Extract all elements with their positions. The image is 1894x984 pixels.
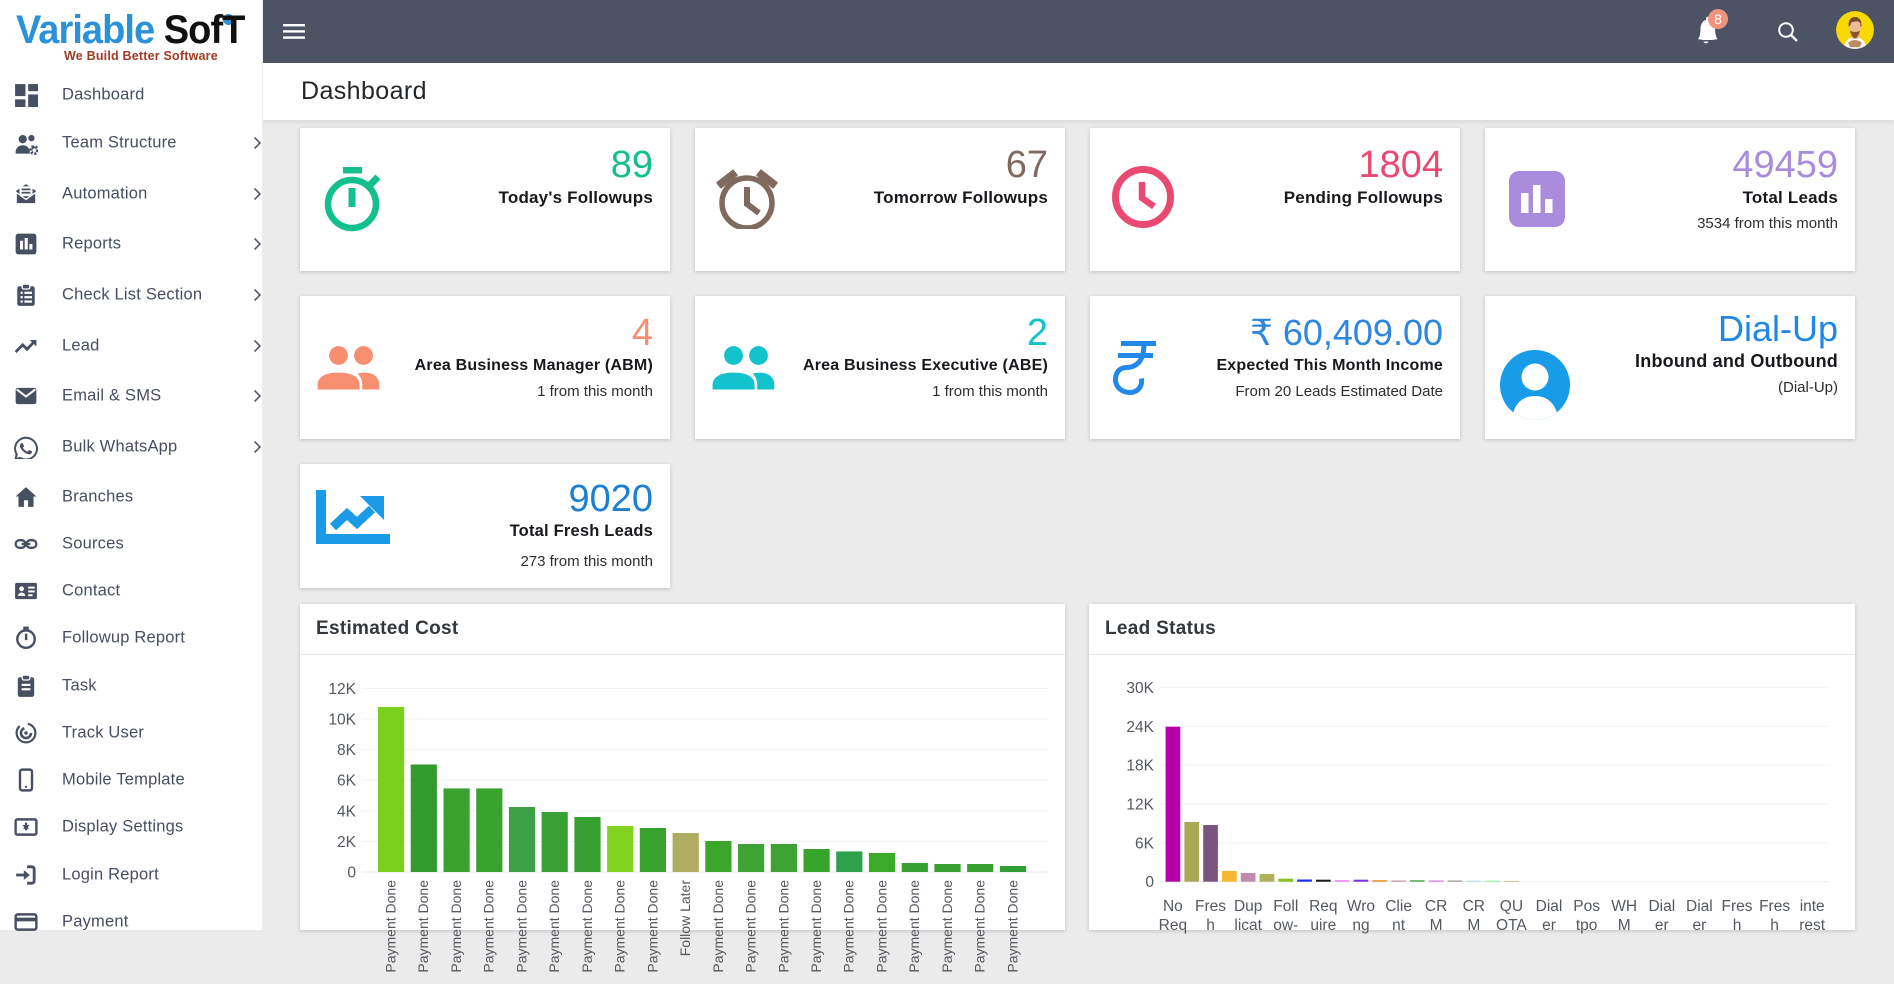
svg-text:Follow Later: Follow Later: [677, 880, 693, 957]
svg-text:CR: CR: [1463, 898, 1485, 915]
svg-text:Payment Done: Payment Done: [873, 880, 889, 973]
svg-text:0: 0: [347, 865, 356, 882]
svg-text:No: No: [1163, 898, 1183, 915]
svg-text:inte: inte: [1800, 898, 1825, 915]
svg-text:Wro: Wro: [1347, 898, 1375, 915]
svg-text:Dial: Dial: [1536, 898, 1563, 915]
svg-text:Payment Done: Payment Done: [1004, 880, 1020, 973]
svg-text:30K: 30K: [1126, 680, 1154, 697]
svg-text:OTA: OTA: [1496, 917, 1527, 934]
svg-text:Dup: Dup: [1234, 898, 1262, 915]
svg-text:h: h: [1206, 917, 1215, 934]
svg-text:er: er: [1655, 917, 1669, 934]
svg-text:Payment Done: Payment Done: [546, 880, 562, 973]
svg-text:Payment Done: Payment Done: [579, 880, 595, 973]
svg-text:Fres: Fres: [1759, 898, 1790, 915]
svg-text:Payment Done: Payment Done: [743, 880, 759, 973]
svg-text:Payment Done: Payment Done: [644, 880, 660, 973]
svg-text:Payment Done: Payment Done: [775, 880, 791, 973]
svg-text:12K: 12K: [328, 681, 356, 698]
svg-text:0: 0: [1145, 874, 1154, 891]
svg-text:18K: 18K: [1126, 758, 1154, 775]
svg-text:Payment Done: Payment Done: [710, 880, 726, 973]
svg-text:Payment Done: Payment Done: [448, 880, 464, 973]
svg-text:4K: 4K: [337, 803, 357, 820]
svg-text:h: h: [1733, 917, 1742, 934]
svg-text:Fres: Fres: [1722, 898, 1753, 915]
svg-text:nt: nt: [1392, 917, 1406, 934]
svg-text:er: er: [1693, 917, 1707, 934]
svg-text:ng: ng: [1352, 917, 1369, 934]
svg-text:Fres: Fres: [1195, 898, 1226, 915]
svg-text:Req: Req: [1159, 917, 1187, 934]
svg-text:Payment Done: Payment Done: [612, 880, 628, 973]
svg-text:M: M: [1467, 917, 1480, 934]
svg-text:M: M: [1618, 917, 1631, 934]
svg-text:er: er: [1542, 917, 1556, 934]
svg-text:M: M: [1430, 917, 1443, 934]
svg-text:Foll: Foll: [1273, 898, 1298, 915]
svg-text:rest: rest: [1799, 917, 1826, 934]
svg-text:10K: 10K: [328, 712, 356, 729]
svg-text:Payment Done: Payment Done: [841, 880, 857, 973]
svg-text:6K: 6K: [337, 773, 357, 790]
svg-text:8: 8: [1714, 11, 1722, 27]
svg-text:Payment Done: Payment Done: [906, 880, 922, 973]
svg-text:ow-: ow-: [1273, 917, 1298, 934]
svg-text:uire: uire: [1310, 917, 1336, 934]
svg-text:24K: 24K: [1126, 719, 1154, 736]
svg-text:12K: 12K: [1126, 797, 1154, 814]
svg-text:Pos: Pos: [1573, 898, 1600, 915]
svg-text:Payment Done: Payment Done: [972, 880, 988, 973]
svg-text:Payment Done: Payment Done: [383, 880, 399, 973]
svg-text:Payment Done: Payment Done: [481, 880, 497, 973]
svg-text:Payment Done: Payment Done: [415, 880, 431, 973]
svg-text:Dial: Dial: [1686, 898, 1713, 915]
svg-text:Clie: Clie: [1385, 898, 1412, 915]
svg-text:Req: Req: [1309, 898, 1337, 915]
svg-text:WH: WH: [1611, 898, 1637, 915]
svg-text:2K: 2K: [337, 834, 357, 851]
svg-text:licat: licat: [1234, 917, 1262, 934]
svg-text:Payment Done: Payment Done: [808, 880, 824, 973]
svg-text:h: h: [1770, 917, 1779, 934]
svg-text:Dial: Dial: [1648, 898, 1675, 915]
svg-text:Payment Done: Payment Done: [939, 880, 955, 973]
svg-text:CR: CR: [1425, 898, 1447, 915]
svg-text:QU: QU: [1500, 898, 1523, 915]
svg-text:6K: 6K: [1135, 835, 1155, 852]
svg-text:tpo: tpo: [1576, 917, 1598, 934]
svg-text:8K: 8K: [337, 742, 357, 759]
svg-text:Payment Done: Payment Done: [513, 880, 529, 973]
